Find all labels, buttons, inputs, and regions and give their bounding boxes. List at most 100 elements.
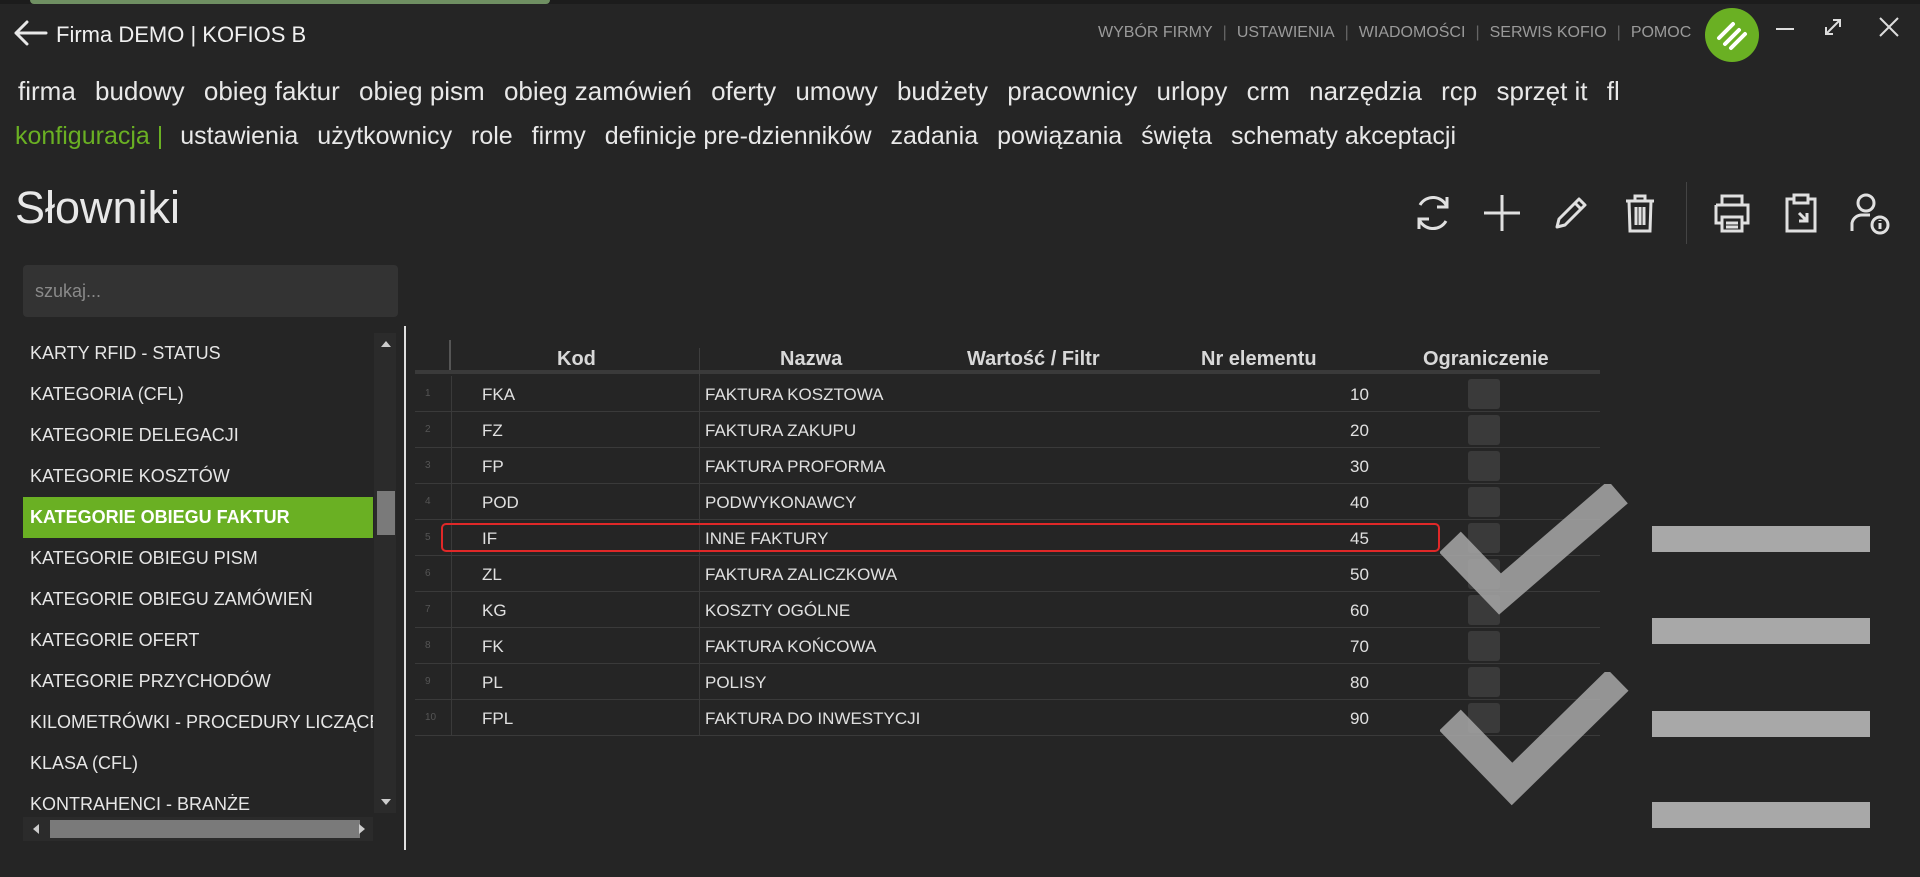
panel-divider[interactable] xyxy=(404,326,406,850)
ograniczenie-checkbox[interactable] xyxy=(1468,415,1500,445)
table-row[interactable]: 1 FKA FAKTURA KOSZTOWA 10 xyxy=(415,376,1600,412)
subnav-powiazania[interactable]: powiązania xyxy=(997,122,1122,150)
nav-narzedzia[interactable]: narzędzia xyxy=(1309,76,1422,106)
back-arrow-icon[interactable] xyxy=(14,20,48,46)
ograniczenie-checkbox[interactable] xyxy=(1468,451,1500,481)
maximize-icon[interactable] xyxy=(1818,12,1848,42)
refresh-button[interactable] xyxy=(1410,190,1456,236)
column-header-nr-elementu[interactable]: Nr elementu xyxy=(1201,348,1317,371)
dictionary-list-item[interactable]: KATEGORIE DELEGACJI xyxy=(23,415,373,456)
ograniczenie-checkbox[interactable] xyxy=(1468,667,1500,697)
menu-ustawienia[interactable]: USTAWIENIA xyxy=(1237,24,1335,42)
ograniczenie-checkbox[interactable] xyxy=(1468,631,1500,661)
nav-rcp[interactable]: rcp xyxy=(1441,76,1477,106)
table-row[interactable]: 9 PL POLISY 80 xyxy=(415,664,1600,700)
table-row[interactable]: 3 FP FAKTURA PROFORMA 30 xyxy=(415,448,1600,484)
dictionary-list-item[interactable]: KATEGORIE KOSZTÓW xyxy=(23,456,373,497)
menu-serwis-kofio[interactable]: SERWIS KOFIO xyxy=(1490,24,1607,42)
table-row[interactable]: 10 FPL FAKTURA DO INWESTYCJI 90 xyxy=(415,700,1600,736)
nav-oferty[interactable]: oferty xyxy=(711,76,776,106)
search-input[interactable] xyxy=(23,265,398,317)
nav-obieg-zamowien[interactable]: obieg zamówień xyxy=(504,76,692,106)
scrollbar-thumb-horizontal[interactable] xyxy=(50,820,360,838)
subnav-role[interactable]: role xyxy=(471,122,513,150)
table-row[interactable]: 4 POD PODWYKONAWCY 40 xyxy=(415,484,1600,520)
list-vertical-scrollbar[interactable] xyxy=(374,333,396,813)
cell-nr-elementu: 50 xyxy=(1350,565,1369,584)
column-header-kod[interactable]: Kod xyxy=(557,348,596,371)
top-menu: WYBÓR FIRMY | USTAWIENIA | WIADOMOŚCI | SER… xyxy=(1098,24,1692,42)
subnav-schematy[interactable]: schematy akceptacji xyxy=(1231,122,1456,150)
cell-nazwa: FAKTURA ZALICZKOWA xyxy=(705,565,898,584)
table-row[interactable]: 8 FK FAKTURA KOŃCOWA 70 xyxy=(415,628,1600,664)
dictionary-list-item[interactable]: KATEGORIA (CFL) xyxy=(23,374,373,415)
menu-wybor-firmy[interactable]: WYBÓR FIRMY xyxy=(1098,24,1213,42)
user-info-button[interactable] xyxy=(1847,190,1893,236)
dictionary-list-item[interactable]: KATEGORIE OBIEGU ZAMÓWIEŃ xyxy=(23,579,373,620)
dictionary-list-item[interactable]: KATEGORIE OFERT xyxy=(23,620,373,661)
subnav-ustawienia[interactable]: ustawienia xyxy=(180,122,298,150)
menu-wiadomosci[interactable]: WIADOMOŚCI xyxy=(1359,24,1466,42)
dictionary-list: KARTY RFID - STATUS KATEGORIA (CFL) KATEGO… xyxy=(23,333,373,813)
nav-pracownicy[interactable]: pracownicy xyxy=(1007,76,1137,106)
nav-firma[interactable]: firma xyxy=(18,76,76,106)
scroll-up-icon[interactable] xyxy=(381,341,391,347)
cell-nr-elementu: 20 xyxy=(1350,421,1369,440)
add-button[interactable] xyxy=(1479,190,1525,236)
edit-button[interactable] xyxy=(1548,190,1594,236)
cell-kod: PL xyxy=(482,673,503,692)
cell-nr-elementu: 80 xyxy=(1350,673,1369,692)
dictionary-list-item[interactable]: KARTY RFID - STATUS xyxy=(23,333,373,374)
dictionary-list-item[interactable]: KATEGORIE OBIEGU PISM xyxy=(23,538,373,579)
minimize-icon[interactable] xyxy=(1770,14,1800,44)
grid-body: 1 FKA FAKTURA KOSZTOWA 10 2 FZ FAKTURA ZAKUPU 2… xyxy=(415,376,1600,736)
dictionary-list-item[interactable]: KILOMETRÓWKI - PROCEDURY LICZĄCE xyxy=(23,702,373,743)
ograniczenie-checkbox[interactable] xyxy=(1468,523,1500,553)
clipboard-export-button[interactable] xyxy=(1778,190,1824,236)
subnav-zadania[interactable]: zadania xyxy=(891,122,979,150)
column-header-wartosc[interactable]: Wartość / Filtr xyxy=(967,348,1100,371)
table-row[interactable]: 6 ZL FAKTURA ZALICZKOWA 50 xyxy=(415,556,1600,592)
subnav-firmy[interactable]: firmy xyxy=(532,122,586,150)
scroll-down-icon[interactable] xyxy=(381,799,391,805)
print-button[interactable] xyxy=(1709,190,1755,236)
list-horizontal-scrollbar[interactable] xyxy=(23,817,373,841)
nav-budowy[interactable]: budowy xyxy=(95,76,185,106)
table-row[interactable]: 7 KG KOSZTY OGÓLNE 60 xyxy=(415,592,1600,628)
dictionary-list-item[interactable]: KATEGORIE OBIEGU FAKTUR xyxy=(23,497,373,538)
cell-kod: FK xyxy=(482,637,504,656)
subnav-definicje[interactable]: definicje pre-dzienników xyxy=(605,122,872,150)
cell-nr-elementu: 45 xyxy=(1350,529,1369,548)
ograniczenie-checkbox[interactable] xyxy=(1468,703,1500,733)
menu-pomoc[interactable]: POMOC xyxy=(1631,24,1691,42)
nav-budzety[interactable]: budżety xyxy=(897,76,988,106)
ograniczenie-checkbox[interactable] xyxy=(1468,595,1500,625)
close-icon[interactable] xyxy=(1874,12,1904,42)
nav-sprzet-it[interactable]: sprzęt it xyxy=(1497,76,1588,106)
nav-urlopy[interactable]: urlopy xyxy=(1157,76,1228,106)
nav-obieg-pism[interactable]: obieg pism xyxy=(359,76,485,106)
column-header-ograniczenie[interactable]: Ograniczenie xyxy=(1423,348,1549,371)
scroll-right-icon[interactable] xyxy=(359,824,365,834)
row-number: 5 xyxy=(425,532,431,543)
nav-crm[interactable]: crm xyxy=(1247,76,1290,106)
delete-button[interactable] xyxy=(1617,190,1663,236)
nav-umowy[interactable]: umowy xyxy=(795,76,877,106)
dictionary-list-item[interactable]: KLASA (CFL) xyxy=(23,743,373,784)
ograniczenie-checkbox[interactable] xyxy=(1468,487,1500,517)
dictionary-list-item[interactable]: KATEGORIE PRZYCHODÓW xyxy=(23,661,373,702)
nav-flo[interactable]: flo xyxy=(1607,76,1618,106)
nav-obieg-faktur[interactable]: obieg faktur xyxy=(204,76,340,106)
subnav-swieta[interactable]: święta xyxy=(1141,122,1212,150)
cell-nr-elementu: 90 xyxy=(1350,709,1369,728)
subnav-uzytkownicy[interactable]: użytkownicy xyxy=(317,122,452,150)
table-row[interactable]: 2 FZ FAKTURA ZAKUPU 20 xyxy=(415,412,1600,448)
dictionary-list-item[interactable]: KONTRAHENCI - BRANŻE xyxy=(23,784,373,813)
scroll-left-icon[interactable] xyxy=(33,824,39,834)
ograniczenie-checkbox[interactable] xyxy=(1468,559,1500,589)
scrollbar-thumb[interactable] xyxy=(377,491,395,535)
column-header-nazwa[interactable]: Nazwa xyxy=(780,348,842,371)
table-row[interactable]: 5 IF INNE FAKTURY 45 xyxy=(415,520,1600,556)
subnav-konfiguracja[interactable]: konfiguracja | xyxy=(15,122,163,150)
ograniczenie-checkbox[interactable] xyxy=(1468,379,1500,409)
